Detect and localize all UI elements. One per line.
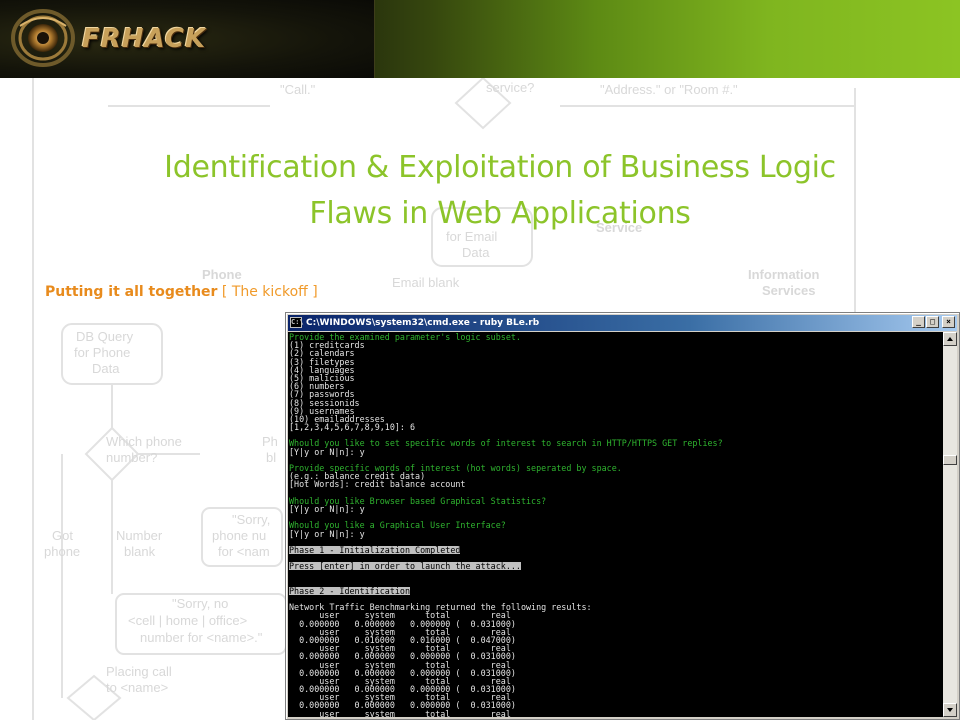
maximize-button[interactable]: □ [926,316,939,328]
console-line: [Hot Words]: credit balance account [289,479,466,490]
console-line: (8) sessionids [289,397,360,408]
console-line: (1) creditcards [289,340,365,351]
scroll-thumb[interactable] [943,455,957,465]
bg-label-forphone: for Phone [74,345,130,360]
bg-label-service: service? [486,80,534,95]
console-line: (4) languages [289,364,355,375]
console-line-text: Phase 1 - Initialization Completed [289,544,461,555]
scroll-up-button[interactable] [943,332,957,346]
console-line-text: Press [enter] in order to launch the att… [289,561,521,572]
cmd-window[interactable]: C:\ C:\WINDOWS\system32\cmd.exe - ruby B… [285,312,960,720]
window-controls: _ □ × [912,316,955,328]
slide-title-line2: Flaws in Web Applications [309,196,691,231]
cmd-app-icon[interactable]: C:\ [290,317,304,328]
vertical-scrollbar[interactable] [943,332,957,717]
bg-label-address: "Address." or "Room #." [600,82,738,97]
console-line: (9) usernames [289,405,355,416]
console-line: [Y|y or N|n]: y [289,446,365,457]
bg-label-number-for: number for <name>." [140,630,263,645]
slide-title-line1: Identification & Exploitation of Busines… [164,150,836,185]
bg-label-sorry3: for <nam [218,544,270,559]
console-line: [1,2,3,4,5,6,7,8,9,10]: 6 [289,422,416,433]
console-line-highlight: Phase 2 - Identification [289,587,943,595]
console-line: (6) numbers [289,381,345,392]
bg-label-placing-call: Placing call [106,664,172,679]
console-line-highlight: Phase 1 - Initialization Completed [289,546,943,554]
bg-label-email-blank: Email blank [392,275,460,290]
logo-area: FRHACK [0,0,375,78]
bg-label-number2: Number [116,528,163,543]
frhack-logo-icon [11,9,75,67]
bg-label-information: Information [748,267,820,282]
bg-label-sorry-no: "Sorry, no [172,596,228,611]
cmd-titlebar[interactable]: C:\ C:\WINDOWS\system32\cmd.exe - ruby B… [288,315,957,331]
console-line: (2) calendars [289,348,355,359]
bg-label-ph: Ph [262,434,278,449]
bg-label-got: Got [52,528,73,543]
console-line-highlight: Press [enter] in order to launch the att… [289,561,943,572]
bg-label-number: number? [106,450,157,465]
console-line: Whould you like a Graphical User Interfa… [289,520,506,531]
console-line: Whould you like to set specific words of… [289,438,723,449]
cmd-window-title: C:\WINDOWS\system32\cmd.exe - ruby BLe.r… [306,318,540,328]
bg-label-services: Services [762,283,816,298]
bg-label-data: Data [462,245,490,260]
console-line-text: Phase 2 - Identification [289,585,411,596]
console-line: [Y|y or N|n]: y [289,503,365,514]
subtitle-strong: Putting it all together [45,284,218,300]
bg-label-blank: blank [124,544,156,559]
console-line: [Y|y or N|n]: y [289,528,365,539]
console-line: Provide the examined parameter's logic s… [289,332,521,342]
close-button[interactable]: × [942,316,955,328]
scroll-down-button[interactable] [943,703,957,717]
console-line: (5) malicious [289,372,355,383]
cmd-console-output[interactable]: Provide the examined parameter's logic s… [288,332,943,717]
console-line: Whould you like Browser based Graphical … [289,495,547,506]
console-line: (3) filetypes [289,356,355,367]
slide-subtitle: Putting it all together [ The kickoff ] [45,284,318,300]
bg-label-sorry2: phone nu [212,528,266,543]
console-line: user system total real [289,708,511,717]
bg-label-phone-data: Data [92,361,120,376]
header-banner: FRHACK [0,0,960,78]
logo-text: FRHACK [82,24,207,54]
slide-title: Identification & Exploitation of Busines… [60,145,940,237]
minimize-button[interactable]: _ [912,316,925,328]
bg-label-cell-home: <cell | home | office> [128,613,247,628]
console-line: (7) passwords [289,389,355,400]
bg-label-which-phone: Which phone [106,434,182,449]
bg-label-phone: Phone [202,267,242,282]
bg-label-sorry1: "Sorry, [232,512,270,527]
bg-label-to-name: to <name> [106,680,168,695]
subtitle-light: [ The kickoff ] [217,284,318,300]
bg-label-got-phone: phone [44,544,80,559]
bg-label-bl: bl [266,450,276,465]
bg-label-dbquery: DB Query [76,329,134,344]
bg-label-call: "Call." [280,82,316,97]
